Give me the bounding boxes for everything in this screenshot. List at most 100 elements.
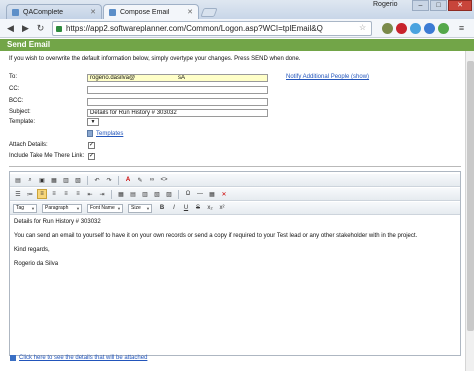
image-icon[interactable]: ▣ xyxy=(37,175,47,185)
rich-text-editor: ▤ ⌕ ▣ ▦ ▥ ▧ ↶ ↷ A ✎ ∞ <> ☰ ≔ ≡ ≡ ≡ ≡ ⇤ ⇥… xyxy=(9,171,461,356)
special-char-icon[interactable]: Ω xyxy=(183,189,193,199)
toolbar-separator xyxy=(178,189,179,199)
size-dropdown[interactable]: Size xyxy=(128,203,152,213)
table-column-icon[interactable]: ▥ xyxy=(140,189,150,199)
profile-name[interactable]: Rogerio xyxy=(373,1,398,8)
details-link[interactable]: Click here to see the details that will … xyxy=(10,355,147,361)
intro-text: If you wish to overwrite the default inf… xyxy=(9,56,301,62)
pinterest-icon[interactable] xyxy=(396,23,407,34)
menu-icon[interactable]: ≡ xyxy=(455,22,468,35)
editor-toolbar-row-2: ☰ ≔ ≡ ≡ ≡ ≡ ⇤ ⇥ ▦ ▤ ▥ ▧ ▨ Ω — ▦ ✕ xyxy=(10,188,460,201)
close-icon[interactable]: ✕ xyxy=(187,8,193,16)
notify-additional-people-link[interactable]: Notify Additional People (show) xyxy=(286,74,369,80)
justify-icon[interactable]: ≡ xyxy=(73,189,83,199)
forward-arrow-icon[interactable]: ▶ xyxy=(19,22,32,35)
browser-titlebar: QAComplete ✕ Compose Email ✕ Rogerio – □… xyxy=(0,0,474,19)
bullet-list-icon[interactable]: ☰ xyxy=(13,189,23,199)
table-insert-icon[interactable]: ▦ xyxy=(116,189,126,199)
toolbar-separator xyxy=(111,189,112,199)
split-cells-icon[interactable]: ▨ xyxy=(164,189,174,199)
back-arrow-icon[interactable]: ◀ xyxy=(4,22,17,35)
underline-icon[interactable]: U xyxy=(181,203,191,213)
font-name-dropdown[interactable]: Font Name xyxy=(87,203,123,213)
extension-icon[interactable] xyxy=(382,23,393,34)
superscript-icon[interactable]: x² xyxy=(217,203,227,213)
extension-icon[interactable] xyxy=(438,23,449,34)
bookmark-star-icon[interactable]: ☆ xyxy=(359,23,366,32)
subject-value: Details for Run History # 303032 xyxy=(90,110,177,116)
toolbar-separator xyxy=(118,175,119,185)
subscript-icon[interactable]: x₂ xyxy=(205,203,215,213)
align-right-icon[interactable]: ≡ xyxy=(61,189,71,199)
subject-field[interactable]: Details for Run History # 303032 xyxy=(87,109,268,117)
close-icon[interactable]: ✕ xyxy=(90,8,96,16)
paragraph-dropdown[interactable]: Paragraph xyxy=(42,203,82,213)
tab-compose-email[interactable]: Compose Email ✕ xyxy=(103,4,199,19)
to-value-tail: sA xyxy=(178,75,186,81)
strikethrough-icon[interactable]: S xyxy=(193,203,203,213)
undo-icon[interactable]: ↶ xyxy=(92,175,102,185)
page-scrollbar[interactable] xyxy=(465,51,474,371)
body-line: You can send an email to yourself to hav… xyxy=(14,233,418,239)
bcc-field[interactable] xyxy=(87,98,268,106)
address-bar[interactable]: https://app2.softwareplanner.com/Common/… xyxy=(52,21,372,36)
template-select[interactable]: ▼ xyxy=(87,118,99,126)
italic-icon[interactable]: I xyxy=(169,203,179,213)
info-icon xyxy=(10,355,16,361)
page-favicon-icon xyxy=(109,8,116,16)
editor-toolbar-row-1: ▤ ⌕ ▣ ▦ ▥ ▧ ↶ ↷ A ✎ ∞ <> xyxy=(10,174,460,187)
table-row-icon[interactable]: ▤ xyxy=(128,189,138,199)
font-color-icon[interactable]: A xyxy=(123,175,133,185)
highlight-icon[interactable]: ✎ xyxy=(135,175,145,185)
horizontal-rule-icon[interactable]: — xyxy=(195,189,205,199)
minimize-button[interactable]: – xyxy=(412,0,429,11)
clipboard-icon[interactable]: ▥ xyxy=(61,175,71,185)
templates-icon[interactable] xyxy=(87,130,93,137)
tab-qacomplete[interactable]: QAComplete ✕ xyxy=(6,4,102,19)
clear-format-icon[interactable]: ✕ xyxy=(219,189,229,199)
preview-icon[interactable]: ⌕ xyxy=(25,175,35,185)
cc-field[interactable] xyxy=(87,86,268,94)
extension-icon[interactable] xyxy=(424,23,435,34)
numbered-list-icon[interactable]: ≔ xyxy=(25,189,35,199)
reload-icon[interactable]: ↻ xyxy=(34,22,47,35)
toolbar-separator xyxy=(87,175,88,185)
merge-cells-icon[interactable]: ▧ xyxy=(152,189,162,199)
editor-toolbar-row-3: Tag Paragraph Font Name Size B I U S x₂ … xyxy=(10,202,460,215)
attach-details-checkbox[interactable]: ✓ xyxy=(88,142,95,149)
maximize-button[interactable]: □ xyxy=(430,0,447,11)
table-icon[interactable]: ▦ xyxy=(49,175,59,185)
to-field[interactable]: rogerio.dasilva@ sA xyxy=(87,74,268,82)
browser-toolbar: ◀ ▶ ↻ https://app2.softwareplanner.com/C… xyxy=(0,19,474,38)
include-link-label: Include Take Me There Link: xyxy=(9,153,85,159)
tag-dropdown[interactable]: Tag xyxy=(13,203,37,213)
align-center-icon[interactable]: ≡ xyxy=(49,189,59,199)
scrollbar-thumb[interactable] xyxy=(467,61,474,331)
indent-icon[interactable]: ⇥ xyxy=(97,189,107,199)
attach-details-label: Attach Details: xyxy=(9,142,48,148)
to-value: rogerio.dasilva@ xyxy=(90,75,136,81)
to-label: To: xyxy=(9,74,18,80)
tab-label: Compose Email xyxy=(120,8,170,16)
include-link-checkbox[interactable]: ✓ xyxy=(88,153,95,160)
extension-icon[interactable] xyxy=(410,23,421,34)
body-line: Rogerio da Silva xyxy=(14,261,59,267)
subject-label: Subject: xyxy=(9,109,31,115)
source-icon[interactable]: ▤ xyxy=(13,175,23,185)
bold-icon[interactable]: B xyxy=(157,203,167,213)
editor-content[interactable]: Details for Run History # 303032 You can… xyxy=(14,219,454,275)
close-window-button[interactable]: ✕ xyxy=(448,0,472,11)
details-link-text: Click here to see the details that will … xyxy=(19,355,148,361)
divider xyxy=(9,166,461,167)
align-left-icon[interactable]: ≡ xyxy=(37,189,47,199)
window-controls: – □ ✕ xyxy=(412,0,472,11)
outdent-icon[interactable]: ⇤ xyxy=(85,189,95,199)
body-line: Kind regards, xyxy=(14,247,50,253)
date-icon[interactable]: ▦ xyxy=(207,189,217,199)
code-icon[interactable]: <> xyxy=(159,175,169,185)
paste-icon[interactable]: ▧ xyxy=(73,175,83,185)
redo-icon[interactable]: ↷ xyxy=(104,175,114,185)
templates-link[interactable]: Templates xyxy=(96,131,123,137)
link-icon[interactable]: ∞ xyxy=(147,175,157,185)
new-tab-button[interactable] xyxy=(200,8,218,17)
